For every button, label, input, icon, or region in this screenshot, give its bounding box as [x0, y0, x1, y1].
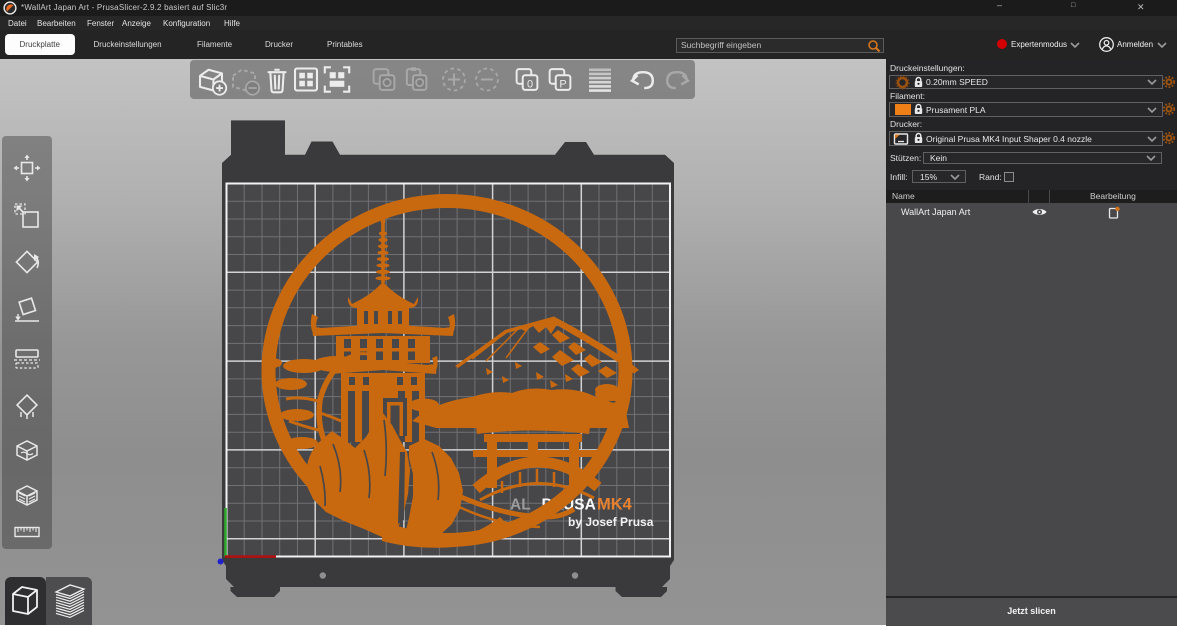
svg-text:by Josef Prusa: by Josef Prusa	[568, 515, 654, 529]
svg-text:0: 0	[527, 78, 533, 90]
svg-text:P: P	[559, 78, 566, 90]
svg-text:MK4: MK4	[597, 496, 633, 514]
